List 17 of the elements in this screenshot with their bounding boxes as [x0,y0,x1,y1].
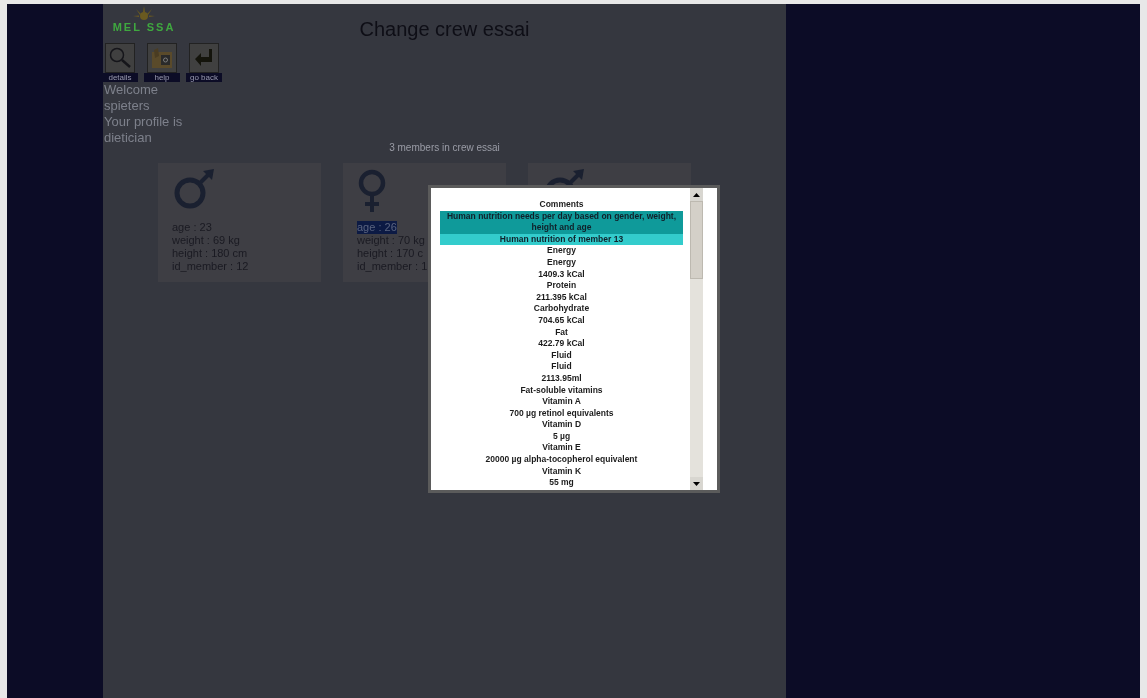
male-symbol-icon [172,169,216,209]
female-symbol-icon [357,169,387,213]
scrollbar[interactable] [690,188,703,490]
welcome-text: spieters [104,98,151,114]
sun-logo-icon [133,6,155,22]
members-count-text: 3 members in crew essai [389,141,500,155]
welcome-text: dietician [104,130,153,146]
logo-text: MEL SSA [112,22,176,33]
section-header: Human nutrition needs per day based on gender, weight, height and age [440,210,683,234]
scroll-thumb[interactable] [690,201,703,279]
scroll-down-icon[interactable] [690,477,703,490]
welcome-text: Your profile is [104,114,184,130]
scroll-up-icon[interactable] [690,188,703,201]
magnifier-icon [108,46,132,70]
help-book-icon [150,46,174,70]
welcome-text: Welcome [104,82,159,98]
member-detail-text: age : 26 [357,221,397,234]
